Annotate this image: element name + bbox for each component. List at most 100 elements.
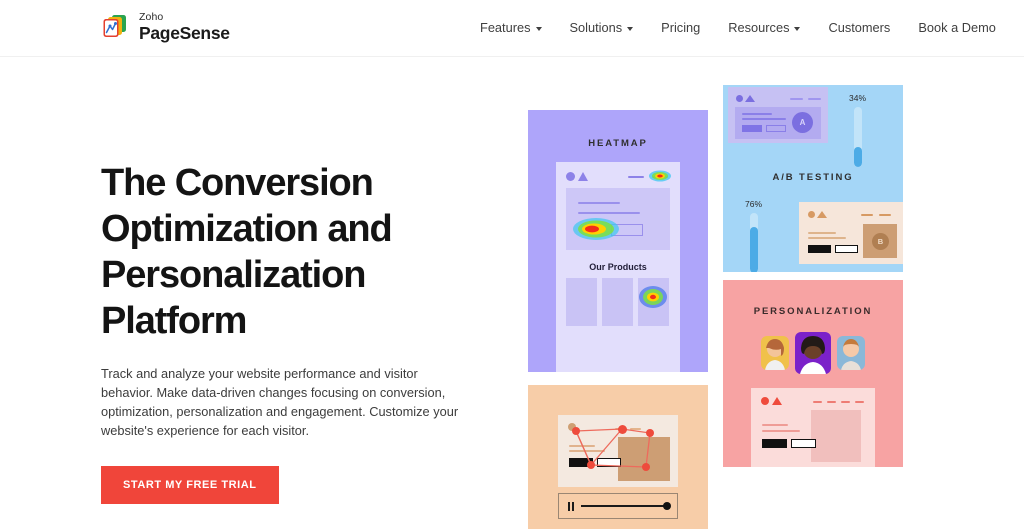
heading-line-3: Personalization bbox=[101, 254, 366, 296]
hero-section: The Conversion Optimization and Personal… bbox=[101, 160, 501, 504]
variant-b-image: B bbox=[863, 224, 897, 258]
nav-item-features[interactable]: Features bbox=[480, 20, 542, 35]
nav-label: Pricing bbox=[661, 20, 701, 35]
card-ab-testing[interactable]: A 34% A/B TESTING 76% B bbox=[723, 85, 903, 272]
heat-blob-tile-icon bbox=[639, 286, 667, 308]
heading-line-2: Optimization and bbox=[101, 208, 393, 250]
mock-nav-line bbox=[813, 401, 822, 403]
mock-nav-line bbox=[808, 98, 821, 100]
heat-blob-nav-icon bbox=[649, 170, 671, 182]
heading-line-4: Platform bbox=[101, 300, 247, 342]
heat-blob-hero-icon bbox=[573, 218, 619, 240]
variant-a-badge: A bbox=[792, 112, 813, 133]
mock-text-line bbox=[578, 202, 620, 204]
brand-product: Zoho bbox=[139, 11, 164, 23]
pause-icon[interactable] bbox=[568, 501, 574, 511]
mock-logo-circle-icon bbox=[761, 397, 769, 405]
site-header: Zoho PageSense Features Solutions Pricin… bbox=[0, 0, 1024, 57]
gauge-a: 34% bbox=[849, 93, 866, 167]
mock-logo-triangle-icon bbox=[745, 95, 755, 102]
variant-b-badge: B bbox=[872, 233, 889, 250]
session-player-controls[interactable] bbox=[558, 493, 678, 519]
mock-nav-line bbox=[790, 98, 803, 100]
gauge-b-value: 76% bbox=[745, 199, 763, 209]
heatmap-products-label: Our Products bbox=[589, 262, 647, 272]
card-heatmap-title: HEATMAP bbox=[588, 138, 648, 149]
session-page-mockup bbox=[558, 415, 678, 487]
gauge-a-fill bbox=[853, 146, 862, 167]
avatar bbox=[837, 336, 865, 370]
mock-product-tile bbox=[602, 278, 633, 326]
variant-a-mockup: A bbox=[728, 87, 828, 143]
mock-image-block bbox=[811, 410, 861, 462]
card-heatmap[interactable]: HEATMAP Our Products bbox=[528, 110, 708, 372]
mock-nav-line bbox=[827, 401, 836, 403]
avatar bbox=[761, 336, 789, 370]
mock-button-filled bbox=[762, 439, 787, 448]
mock-logo-triangle-icon bbox=[578, 172, 588, 181]
gauge-a-value: 34% bbox=[849, 93, 867, 103]
gauge-b-track bbox=[749, 213, 758, 272]
variant-b-mockup: B bbox=[799, 202, 903, 264]
brand-name: PageSense bbox=[139, 22, 230, 43]
click-point bbox=[642, 463, 650, 471]
mock-hero-block bbox=[566, 188, 670, 250]
mock-logo-circle-icon bbox=[808, 211, 815, 218]
landing-page: Zoho PageSense Features Solutions Pricin… bbox=[0, 0, 1024, 529]
mock-text-line bbox=[742, 113, 772, 115]
nav-item-customers[interactable]: Customers bbox=[828, 20, 890, 35]
click-point bbox=[646, 429, 654, 437]
heatmap-page-mockup: Our Products bbox=[556, 162, 680, 372]
nav-item-resources[interactable]: Resources bbox=[728, 20, 801, 35]
hero-description: Track and analyze your website performan… bbox=[101, 366, 459, 438]
mock-nav-line bbox=[861, 214, 873, 216]
scrubber-slider[interactable] bbox=[581, 502, 671, 510]
gauge-b: 76% bbox=[745, 199, 762, 272]
mock-button-outline bbox=[791, 439, 816, 448]
mock-logo-triangle-icon bbox=[817, 211, 827, 218]
nav-label: Features bbox=[480, 20, 531, 35]
mock-nav-line bbox=[855, 401, 864, 403]
click-point bbox=[618, 425, 627, 434]
card-personalization[interactable]: PERSONALIZATION bbox=[723, 280, 903, 467]
mock-text-line bbox=[762, 430, 800, 432]
heading-line-1: The Conversion bbox=[101, 162, 374, 204]
nav-label: Solutions bbox=[569, 20, 623, 35]
page-title: The Conversion Optimization and Personal… bbox=[101, 160, 501, 344]
card-session-recording[interactable]: SESSION RECORDING bbox=[528, 385, 708, 529]
mock-text-line bbox=[808, 232, 836, 234]
nav-label: Book a Demo bbox=[918, 20, 996, 35]
gauge-b-fill bbox=[749, 227, 758, 272]
mock-button-outline bbox=[835, 245, 858, 253]
mock-text-line bbox=[578, 212, 640, 214]
brand-logo[interactable]: Zoho PageSense bbox=[100, 12, 230, 42]
chevron-down-icon bbox=[627, 26, 634, 31]
mock-button-filled bbox=[742, 125, 762, 132]
mock-text-line bbox=[742, 118, 786, 120]
click-point bbox=[587, 461, 595, 469]
main-nav: Features Solutions Pricing Resources Cus… bbox=[480, 20, 996, 35]
nav-item-book-a-demo[interactable]: Book a Demo bbox=[918, 20, 996, 35]
avatar bbox=[795, 332, 831, 374]
nav-label: Resources bbox=[728, 20, 790, 35]
feature-card-grid: HEATMAP Our Products A 34% A/B TESTING 7… bbox=[528, 85, 903, 529]
mock-button-filled bbox=[808, 245, 831, 253]
nav-item-solutions[interactable]: Solutions bbox=[570, 20, 634, 35]
pagesense-logo-icon bbox=[100, 12, 130, 42]
mock-nav-line bbox=[879, 214, 891, 216]
mock-product-tile bbox=[638, 278, 669, 326]
mock-text-line bbox=[762, 424, 788, 426]
mock-button-outline bbox=[766, 125, 786, 132]
mock-logo-triangle-icon bbox=[772, 397, 782, 405]
mock-nav-line bbox=[841, 401, 850, 403]
mock-text-line bbox=[808, 237, 846, 239]
variant-a-content: A bbox=[735, 107, 821, 139]
mock-logo-circle-icon bbox=[566, 172, 575, 181]
gauge-a-track bbox=[853, 107, 862, 167]
mock-nav-line bbox=[628, 176, 644, 178]
nav-item-pricing[interactable]: Pricing bbox=[661, 20, 700, 35]
click-point bbox=[572, 427, 580, 435]
avatar-group bbox=[761, 332, 865, 374]
start-free-trial-button[interactable]: START MY FREE TRIAL bbox=[101, 466, 279, 504]
mock-product-tile bbox=[566, 278, 597, 326]
